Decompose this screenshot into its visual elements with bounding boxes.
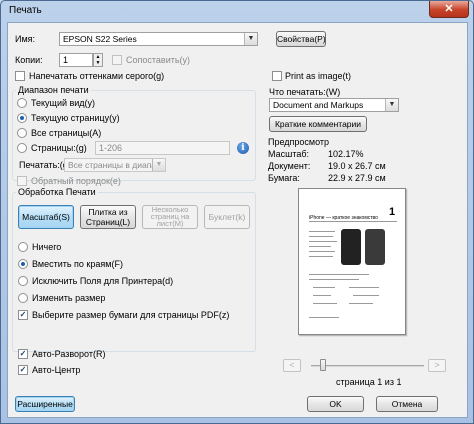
preview-text-line bbox=[309, 279, 359, 280]
copies-spinner[interactable]: ▲ ▼ bbox=[93, 53, 103, 67]
range-pages-radio[interactable] bbox=[17, 143, 27, 153]
preview-text-line bbox=[309, 317, 339, 318]
tab-tile-pages[interactable]: Плитка из Страниц(L) bbox=[80, 205, 136, 229]
preview-text-line bbox=[353, 295, 379, 296]
preview-text-line bbox=[349, 303, 373, 304]
properties-button[interactable]: Свойства(P) bbox=[276, 31, 326, 47]
dialog-body: Имя: EPSON S22 Series ▼ Свойства(P) Копи… bbox=[7, 22, 468, 418]
scale-none-radio[interactable] bbox=[18, 242, 28, 252]
grayscale-checkbox[interactable] bbox=[15, 71, 25, 81]
auto-center-label: Авто-Центр bbox=[32, 365, 81, 375]
preview-title: Предпросмотр bbox=[268, 137, 330, 147]
choose-paper-checkbox[interactable]: ✓ bbox=[18, 310, 28, 320]
range-current-page-label: Текущую страницу(y) bbox=[31, 113, 120, 123]
printer-name-label: Имя: bbox=[15, 34, 36, 44]
printer-select-value: EPSON S22 Series bbox=[63, 34, 137, 44]
preview-text-line bbox=[309, 256, 333, 257]
chevron-down-icon: ▼ bbox=[385, 99, 398, 111]
reverse-order-label: Обратный порядок(e) bbox=[31, 176, 121, 186]
page-slider-track[interactable] bbox=[311, 365, 424, 367]
preview-page: iPhone — краткое знакомство 1 bbox=[298, 188, 406, 335]
chevron-down-icon: ▼ bbox=[152, 159, 165, 171]
scale-fit-radio[interactable] bbox=[18, 259, 28, 269]
cancel-button[interactable]: Отмена bbox=[376, 396, 438, 412]
range-current-view-radio[interactable] bbox=[17, 98, 27, 108]
preview-text-line bbox=[313, 287, 335, 288]
preview-text-line bbox=[309, 274, 369, 275]
title-bar[interactable]: Печать ✕ bbox=[1, 1, 473, 21]
tab-scale[interactable]: Масштаб(S) bbox=[18, 205, 74, 229]
scale-resize-label: Изменить размер bbox=[32, 293, 106, 303]
preview-text-line bbox=[349, 287, 379, 288]
pages-input[interactable]: 1-206 bbox=[95, 141, 230, 155]
collate-checkbox[interactable] bbox=[112, 55, 122, 65]
copies-label: Копии: bbox=[15, 55, 43, 65]
phone-front-image bbox=[341, 229, 361, 265]
scale-none-label: Ничего bbox=[32, 242, 62, 252]
print-dialog: Печать ✕ Имя: EPSON S22 Series ▼ Свойств… bbox=[0, 0, 474, 424]
print-range-title: Диапазон печати bbox=[16, 85, 91, 96]
copies-input[interactable]: 1 bbox=[59, 53, 93, 67]
grayscale-label: Напечатать оттенками серого(g) bbox=[29, 71, 165, 81]
summarize-comments-button[interactable]: Краткие комментарии bbox=[269, 116, 367, 132]
scale-exclude-margins-label: Исключить Поля для Принтера(d) bbox=[32, 276, 174, 286]
paper-size-value: 22.9 x 27.9 см bbox=[328, 173, 386, 183]
tab-multiple-pages[interactable]: Несколько страниц на лист(M) bbox=[142, 205, 198, 229]
prev-page-button[interactable]: < bbox=[283, 359, 301, 372]
document-size-label: Документ: bbox=[268, 161, 311, 171]
preview-text-line bbox=[309, 251, 335, 252]
chevron-down-icon: ▼ bbox=[244, 33, 257, 45]
collate-label: Сопоставить(y) bbox=[126, 55, 191, 65]
scale-exclude-margins-radio[interactable] bbox=[18, 276, 28, 286]
tab-booklet[interactable]: Буклет(k) bbox=[204, 205, 250, 229]
phone-back-image bbox=[365, 229, 385, 265]
printer-select[interactable]: EPSON S22 Series ▼ bbox=[59, 32, 258, 46]
scale-resize-radio[interactable] bbox=[18, 293, 28, 303]
page-slider-thumb[interactable] bbox=[320, 359, 326, 371]
preview-text-line bbox=[309, 246, 331, 247]
ok-button[interactable]: OK bbox=[307, 396, 364, 412]
choose-paper-label: Выберите размер бумаги для страницы PDF(… bbox=[32, 310, 230, 320]
what-to-print-select[interactable]: Document and Markups ▼ bbox=[269, 98, 399, 112]
preview-text-line bbox=[309, 236, 333, 237]
scale-fit-label: Вместить по краям(F) bbox=[32, 259, 123, 269]
range-pages-label: Страницы:(g) bbox=[31, 143, 87, 153]
preview-rule bbox=[309, 221, 397, 222]
print-as-image-checkbox[interactable] bbox=[272, 71, 282, 81]
preview-page-number: 1 bbox=[389, 206, 396, 218]
auto-center-checkbox[interactable]: ✓ bbox=[18, 365, 28, 375]
print-as-image-label: Print as image(t) bbox=[285, 71, 352, 81]
print-subset-select[interactable]: Все страницы в диапазо ▼ bbox=[64, 158, 166, 172]
reverse-order-checkbox[interactable] bbox=[17, 176, 27, 186]
range-all-pages-label: Все страницы(A) bbox=[31, 128, 102, 138]
document-size-value: 19.0 x 26.7 см bbox=[328, 161, 386, 171]
preview-text-line bbox=[313, 295, 331, 296]
preview-text-line bbox=[309, 241, 337, 242]
close-button[interactable]: ✕ bbox=[429, 1, 469, 18]
range-current-page-radio[interactable] bbox=[17, 113, 27, 123]
page-counter: страница 1 из 1 bbox=[336, 377, 402, 387]
info-icon[interactable]: i bbox=[237, 142, 249, 154]
scale-label: Масштаб: bbox=[268, 149, 310, 159]
scale-value: 102.17% bbox=[328, 149, 364, 159]
advanced-button[interactable]: Расширенные bbox=[15, 396, 75, 412]
paper-size-label: Бумага: bbox=[268, 173, 300, 183]
auto-rotate-label: Авто-Разворот(R) bbox=[32, 349, 106, 359]
range-all-pages-radio[interactable] bbox=[17, 128, 27, 138]
preview-text-line bbox=[313, 303, 337, 304]
what-to-print-label: Что печатать:(W) bbox=[269, 87, 341, 97]
window-title: Печать bbox=[9, 5, 42, 16]
auto-rotate-checkbox[interactable]: ✓ bbox=[18, 349, 28, 359]
page-handling-title: Обработка Печати bbox=[16, 187, 98, 198]
what-to-print-value: Document and Markups bbox=[273, 100, 364, 110]
next-page-button[interactable]: > bbox=[428, 359, 446, 372]
preview-text-line bbox=[309, 231, 335, 232]
range-current-view-label: Текущий вид(y) bbox=[31, 98, 96, 108]
print-subset-value: Все страницы в диапазо bbox=[68, 160, 165, 170]
